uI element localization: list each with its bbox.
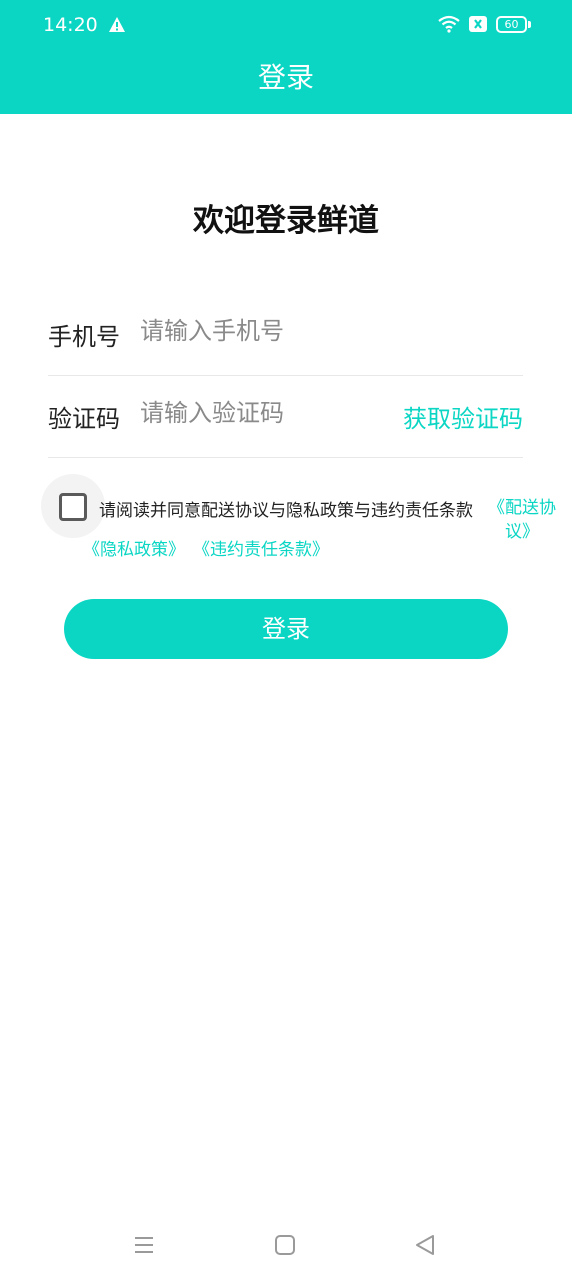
battery-cap [528,21,531,28]
home-icon[interactable] [273,1233,297,1257]
agreement-checkbox[interactable] [59,493,87,521]
battery-level: 60 [504,18,519,31]
phone-label: 手机号 [48,323,120,351]
phone-input[interactable] [140,311,380,351]
code-row: 验证码 获取验证码 [48,375,523,458]
privacy-policy-link[interactable]: 《隐私政策》 [83,535,185,560]
code-input[interactable] [140,393,380,433]
login-button[interactable]: 登录 [64,599,508,659]
agreement-text: 请阅读并同意配送协议与隐私政策与违约责任条款 [99,501,473,521]
back-icon[interactable] [413,1233,437,1257]
status-time: 14:20 [43,14,98,36]
code-label: 验证码 [48,405,120,433]
battery-icon: 60 [496,16,527,33]
sim-card-icon [469,16,487,32]
wifi-icon [438,15,460,33]
page-title: 登录 [257,61,314,94]
app-header: 14:20 60 登录 [0,0,572,114]
phone-row: 手机号 [48,293,523,376]
menu-icon[interactable] [132,1233,156,1257]
violation-terms-link[interactable]: 《违约责任条款》 [193,535,329,560]
delivery-agreement-link[interactable]: 《配送协议》 [482,496,562,544]
welcome-heading: 欢迎登录鲜道 [193,203,379,239]
warning-icon [109,17,125,32]
get-code-button[interactable]: 获取验证码 [403,399,523,434]
